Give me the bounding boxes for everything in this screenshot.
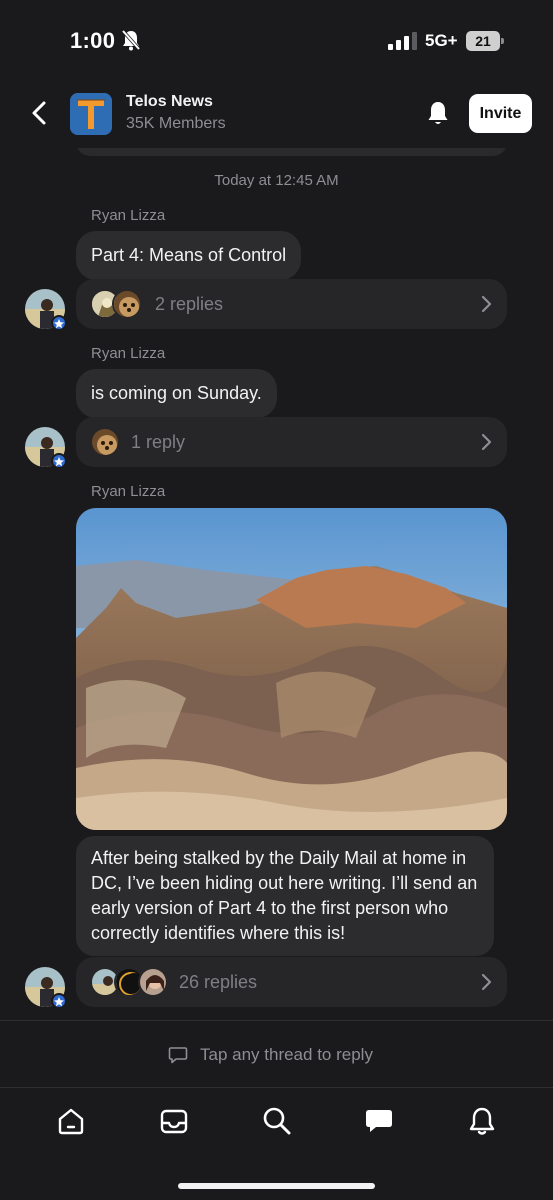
thread-replies-button[interactable]: 26 replies (76, 957, 507, 1007)
status-time: 1:00 (70, 28, 116, 53)
author-avatar[interactable] (25, 427, 67, 469)
sender-name: Ryan Lizza (91, 207, 166, 224)
network-type: 5G+ (425, 31, 458, 50)
search-icon[interactable] (261, 1105, 293, 1137)
sender-name: Ryan Lizza (91, 345, 166, 362)
thread-replies-button[interactable]: 2 replies (76, 279, 507, 329)
previous-avatar (25, 148, 65, 158)
notification-bell-icon[interactable] (424, 99, 452, 127)
reply-count: 26 replies (179, 972, 258, 992)
chat-header: Telos News 35K Members Invite (0, 80, 553, 148)
silent-mode-icon (121, 29, 141, 51)
replier-avatar (90, 427, 120, 457)
group-logo-icon (70, 93, 112, 135)
chevron-right-icon (481, 433, 492, 451)
home-icon[interactable] (55, 1105, 87, 1137)
verified-star-icon (51, 315, 67, 331)
group-name[interactable]: Telos News (126, 93, 213, 111)
notifications-icon[interactable] (466, 1105, 498, 1137)
home-indicator[interactable] (178, 1183, 375, 1189)
thread-replies-button[interactable]: 1 reply (76, 417, 507, 467)
message-bubble[interactable]: Part 4: Means of Control (76, 231, 302, 280)
inbox-icon[interactable] (158, 1105, 190, 1137)
message-photo[interactable] (76, 508, 507, 830)
tab-bar (0, 1088, 553, 1200)
signal-icon (388, 32, 417, 50)
invite-button[interactable]: Invite (469, 94, 532, 133)
battery-level: 21 (466, 31, 500, 51)
sender-name: Ryan Lizza (91, 483, 166, 500)
reply-hint-text: Tap any thread to reply (200, 1045, 373, 1064)
replier-avatar (138, 967, 168, 997)
reply-count: 1 reply (131, 432, 186, 452)
chevron-right-icon (481, 973, 492, 991)
message-bubble[interactable]: is coming on Sunday. (76, 369, 277, 418)
back-icon[interactable] (26, 98, 54, 128)
message-bubble[interactable]: After being stalked by the Daily Mail at… (76, 836, 494, 956)
chevron-right-icon (481, 295, 492, 313)
replier-avatar (112, 289, 142, 319)
author-avatar[interactable] (25, 289, 67, 331)
member-count: 35K Members (126, 115, 226, 132)
timestamp: Today at 12:45 AM (214, 172, 339, 189)
author-avatar[interactable] (25, 967, 67, 1009)
reply-hint-bar[interactable]: Tap any thread to reply (0, 1020, 553, 1088)
battery-icon: 21 (466, 31, 504, 51)
status-bar: 1:00 5G+ 21 (0, 0, 553, 80)
chat-icon[interactable] (363, 1105, 395, 1137)
verified-star-icon (51, 453, 67, 469)
previous-message-bubble[interactable] (76, 148, 507, 156)
group-avatar[interactable] (70, 93, 112, 135)
chat-bubble-icon (168, 1047, 188, 1064)
reply-count: 2 replies (155, 294, 224, 314)
message-feed[interactable]: Today at 12:45 AM Ryan Lizza Part 4: Mea… (0, 148, 553, 1020)
verified-star-icon (51, 993, 67, 1009)
